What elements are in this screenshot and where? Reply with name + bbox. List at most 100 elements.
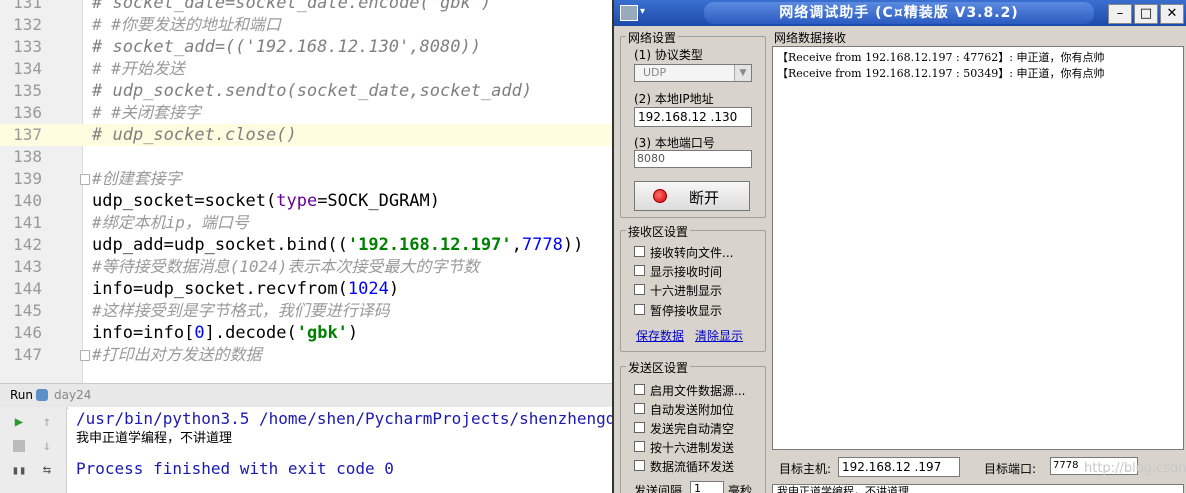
target-host-input[interactable]: 192.168.12 .197 [838,457,960,477]
code-line[interactable]: 142 udp_add=udp_socket.bind(('192.168.12.… [0,234,612,256]
watermark-text: http://blog.csdn.net/SenZendao [1084,461,1186,476]
pause-icon[interactable]: ▮▮ [10,461,28,479]
python-icon [36,389,48,401]
file-source-label: 启用文件数据源... [650,384,746,398]
line-number: 143 [13,257,42,276]
run-config-name: day24 [54,388,92,402]
clear-display-link[interactable]: 清除显示 [695,327,743,344]
disconnect-button[interactable]: 断开 [634,181,750,211]
chevron-down-icon[interactable]: ▼ [734,65,751,81]
line-number: 140 [13,191,42,210]
app-icon[interactable] [620,5,638,21]
line-number: 145 [13,301,42,320]
append-bit-checkbox[interactable] [634,403,645,414]
close-button[interactable]: ✕ [1160,4,1184,24]
scroll-up-icon[interactable]: ↑ [38,413,56,431]
run-console[interactable]: /usr/bin/python3.5 /home/shen/PycharmPro… [68,407,612,493]
code-line[interactable]: 145 #这样接受到是字节格式，我们要进行译码 [0,300,612,322]
maximize-button[interactable]: □ [1134,4,1158,24]
recv-data-area[interactable]: 【Receive from 192.168.12.197 : 47762】: 申… [772,46,1184,450]
code-text: # socket_date=socket_date.encode('gbk') [92,0,492,13]
target-port-label: 目标端口: [984,462,1037,476]
line-number: 146 [13,323,42,342]
fold-icon[interactable] [80,174,90,185]
auto-clear-checkbox[interactable] [634,422,645,433]
code-line[interactable]: 144 info=udp_socket.recvfrom(1024) [0,278,612,300]
local-port-label: (3) 本地端口号 [634,136,715,150]
run-panel-header: Run day24 [0,383,612,409]
local-port-input[interactable]: 8080 [634,150,752,168]
code-line[interactable]: 143 #等待接受数据消息(1024)表示本次接受最大的字节数 [0,256,612,278]
code-text: # udp_socket.sendto(socket_date,socket_a… [92,81,533,101]
code-line[interactable]: 147 #打印出对方发送的数据 [0,344,612,366]
code-line[interactable]: 133 # socket_add=(('192.168.12.130',8080)… [0,36,612,58]
loop-send-label: 数据流循环发送 [650,460,735,474]
file-source-checkbox[interactable] [634,384,645,395]
code-editor[interactable]: 131 # socket_date=socket_date.encode('gbk… [0,0,612,383]
line-number: 137 [13,125,42,144]
code-line[interactable]: 134 # #开始发送 [0,58,612,80]
recv-area-title: 网络数据接收 [772,29,849,46]
minimize-button[interactable]: – [1108,4,1132,24]
code-line[interactable]: 141 #绑定本机ip，端口号 [0,212,612,234]
window-title: 网络调试助手 (C¤精装版 V3.8.2) [704,2,1094,24]
send-text-input[interactable]: 我申正道学编程，不讲道理 [772,484,1184,493]
code-line[interactable]: 132 # #你要发送的地址和端口 [0,14,612,36]
code-line[interactable]: 138 [0,146,612,168]
recv-to-file-checkbox[interactable] [634,246,645,257]
line-number: 141 [13,213,42,232]
send-interval-label: 发送间隔 [634,484,683,493]
send-interval-input[interactable]: 1 [690,481,724,493]
soft-wrap-icon[interactable]: ⇆ [38,461,56,479]
hex-send-checkbox[interactable] [634,441,645,452]
local-ip-input[interactable]: 192.168.12 .130 [634,107,752,127]
line-number: 132 [13,15,42,34]
append-bit-label: 自动发送附加位 [650,403,735,417]
save-data-link[interactable]: 保存数据 [636,327,684,344]
console-output-line: 我申正道学编程，不讲道理 [76,431,233,446]
code-line[interactable]: 131 # socket_date=socket_date.encode('gbk… [0,0,612,14]
target-host-label: 目标主机: [779,462,832,476]
line-number: 139 [13,169,42,188]
send-interval-unit: 毫秒 [728,484,753,493]
run-tab-label[interactable]: Run [10,388,33,402]
line-number: 135 [13,81,42,100]
line-number: 142 [13,235,42,254]
line-number: 134 [13,59,42,78]
pause-recv-checkbox[interactable] [634,304,645,315]
protocol-label: (1) 协议类型 [634,48,703,62]
code-line[interactable]: 137 # udp_socket.close() [0,124,612,146]
recv-to-file-label: 接收转向文件... [650,246,734,260]
code-text: # #开始发送 [92,59,185,78]
code-line[interactable]: 140 udp_socket=socket(type=SOCK_DGRAM) [0,190,612,212]
recv-settings-title: 接收区设置 [626,223,691,240]
code-text: # #你要发送的地址和端口 [92,15,281,34]
code-text: udp_socket=socket(type=SOCK_DGRAM) [92,191,441,211]
code-text: udp_add=udp_socket.bind(('192.168.12.197… [92,235,584,255]
fold-icon[interactable] [80,350,90,361]
line-number: 131 [13,0,42,12]
protocol-select[interactable]: UDP ▼ [634,64,752,82]
stop-icon[interactable] [13,440,25,452]
code-line[interactable]: 139 #创建套接字 [0,168,612,190]
code-line[interactable]: 135 # udp_socket.sendto(socket_date,socke… [0,80,612,102]
system-menu-icon[interactable]: ▾ [640,6,645,17]
line-number: 144 [13,279,42,298]
rerun-icon[interactable]: ▶ [10,413,28,431]
line-number: 136 [13,103,42,122]
console-exit-line: Process finished with exit code 0 [76,459,394,478]
local-ip-label: (2) 本地IP地址 [634,92,714,106]
show-recv-time-checkbox[interactable] [634,265,645,276]
hex-send-label: 按十六进制发送 [650,441,735,455]
code-line[interactable]: 136 # #关闭套接字 [0,102,612,124]
hex-display-checkbox[interactable] [634,284,645,295]
recv-line: 【Receive from 192.168.12.197 : 47762】: 申… [777,51,1105,64]
scroll-down-icon[interactable]: ↓ [38,437,56,455]
line-number: 138 [13,147,42,166]
title-bar[interactable]: ▾ 网络调试助手 (C¤精装版 V3.8.2) – □ ✕ [614,0,1186,26]
recv-line: 【Receive from 192.168.12.197 : 50349】: 申… [777,67,1105,80]
loop-send-checkbox[interactable] [634,460,645,471]
code-text: #绑定本机ip，端口号 [92,213,249,232]
send-settings-title: 发送区设置 [626,359,691,376]
code-line[interactable]: 146 info=info[0].decode('gbk') [0,322,612,344]
